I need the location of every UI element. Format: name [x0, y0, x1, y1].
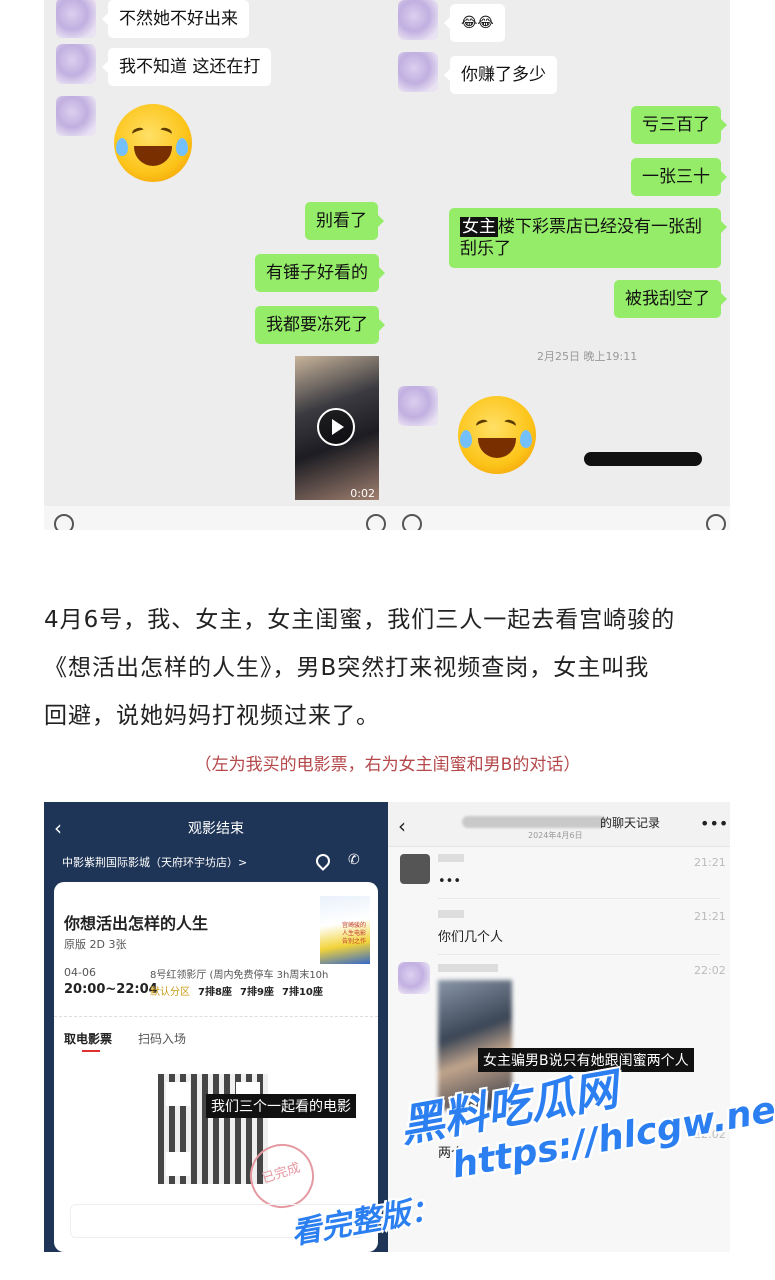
message-time: 22:02: [694, 964, 726, 977]
contact-avatar[interactable]: [398, 52, 438, 92]
hall-info: 8号红领影厅 (周内免费停车 3h周末10h: [150, 970, 329, 981]
seat: 7排10座: [282, 987, 323, 998]
sender-avatar[interactable]: [398, 962, 430, 994]
tab-scan-entry[interactable]: 扫码入场: [138, 1030, 186, 1047]
history-title: 的聊天记录: [600, 816, 661, 830]
tab-pick-up-ticket[interactable]: 取电影票: [64, 1030, 112, 1047]
emoji-message-bubble: 😂😂: [444, 4, 505, 42]
ticket-header-title: 观影结束: [188, 821, 244, 837]
history-date: 2024年4月6日: [528, 831, 583, 840]
message-bubble: 被我刮空了: [614, 280, 727, 318]
back-chevron-icon[interactable]: ‹: [398, 814, 406, 838]
message-bubble: 有锤子好看的: [255, 254, 385, 292]
divider: [438, 898, 720, 899]
highlight-label: 女主: [460, 217, 498, 237]
phone-icon[interactable]: ✆: [348, 852, 360, 868]
contact-avatar[interactable]: [56, 96, 96, 136]
sender-name: [438, 854, 464, 862]
contact-avatar[interactable]: [398, 386, 438, 426]
emoji-icon[interactable]: [366, 514, 386, 530]
chat-timestamp: 2月25日 晚上19:11: [537, 350, 638, 363]
message-text: •••: [438, 874, 462, 889]
article-paragraph-line: 4月6号，我、女主，女主闺蜜，我们三人一起去看宫崎骏的: [44, 607, 676, 633]
article-paragraph-line: 《想活出怎样的人生》，男B突然打来视频查岗，女主叫我: [44, 655, 650, 681]
message-bubble: 女主 楼下彩票店已经没有一张刮刮乐了: [449, 208, 727, 268]
message-bubble: 亏三百了: [631, 106, 727, 144]
sender-name: [438, 964, 498, 972]
blurred-names: [462, 816, 606, 828]
chat-history-screenshot: ‹ 的聊天记录 2024年4月6日 ••• 21:21 ••• 21:21 你们…: [388, 802, 730, 1252]
message-bubble: 你赚了多少: [444, 56, 557, 94]
image-caption: （左为我买的电影票，右为女主闺蜜和男B的对话）: [194, 755, 581, 775]
contact-avatar[interactable]: [56, 44, 96, 84]
laughing-crying-emoji: [114, 104, 192, 182]
message-bubble: 我都要冻死了: [255, 306, 385, 344]
message-bubble: 别看了: [305, 202, 384, 240]
play-icon[interactable]: [317, 408, 355, 446]
message-text: 你们几个人: [438, 930, 504, 945]
location-icon[interactable]: [313, 851, 333, 871]
contact-avatar[interactable]: [398, 0, 438, 40]
cinema-name-link[interactable]: 中影紫荆国际影城（天府环宇坊店）>: [62, 854, 247, 870]
seat: 7排9座: [240, 987, 274, 998]
sender-avatar[interactable]: [400, 854, 430, 884]
show-date: 04-06: [64, 966, 96, 979]
voice-icon[interactable]: [402, 514, 422, 530]
redaction-mark: [584, 452, 702, 466]
message-time: 21:21: [694, 910, 726, 923]
message-bubble: 不然她不好出来: [102, 0, 249, 38]
emoji-icon[interactable]: [706, 514, 726, 530]
annotation-label: 我们三个一起看的电影: [206, 1094, 356, 1118]
seat: 7排8座: [198, 987, 232, 998]
show-time: 20:00~22:04: [64, 982, 158, 997]
movie-title: 你想活出怎样的人生: [64, 914, 209, 933]
laughing-crying-emoji: [458, 396, 536, 474]
chat-screenshot-left: 不然她不好出来 我不知道 这还在打 别看了 有锤子好看的 我都要冻死了 0:02: [44, 0, 394, 530]
movie-format: 原版 2D 3张: [64, 938, 127, 951]
message-time: 21:21: [694, 856, 726, 869]
seat-zone: 默认分区: [150, 987, 190, 998]
divider: [438, 954, 720, 955]
chat-input-bar[interactable]: [394, 506, 730, 530]
message-bubble: 我不知道 这还在打: [101, 48, 272, 86]
movie-poster: 宫崎骏的人生电影告别之作: [320, 896, 370, 964]
voice-icon[interactable]: [54, 514, 74, 530]
movie-ticket-screenshot: ‹ 观影结束 中影紫荆国际影城（天府环宇坊店）> ✆ 你想活出怎样的人生 原版 …: [44, 802, 388, 1252]
video-thumbnail[interactable]: 0:02: [295, 356, 379, 500]
divider: [54, 1016, 378, 1017]
more-options-icon[interactable]: •••: [700, 814, 728, 833]
video-duration: 0:02: [350, 487, 375, 500]
article-paragraph-line: 回避，说她妈妈打视频过来了。: [44, 703, 380, 729]
sender-name: [438, 910, 464, 918]
contact-avatar[interactable]: [56, 0, 96, 38]
chat-screenshot-right: 😂😂 你赚了多少 亏三百了 一张三十 女主 楼下彩票店已经没有一张刮刮乐了 被我刮…: [394, 0, 730, 530]
ticket-card: 你想活出怎样的人生 原版 2D 3张 宫崎骏的人生电影告别之作 04-06 20…: [54, 882, 378, 1252]
chat-input-bar[interactable]: [44, 506, 394, 530]
poster-text: 宫崎骏的人生电影告别之作: [342, 922, 367, 945]
tab-active-indicator: [82, 1050, 100, 1052]
message-bubble: 一张三十: [631, 158, 727, 196]
